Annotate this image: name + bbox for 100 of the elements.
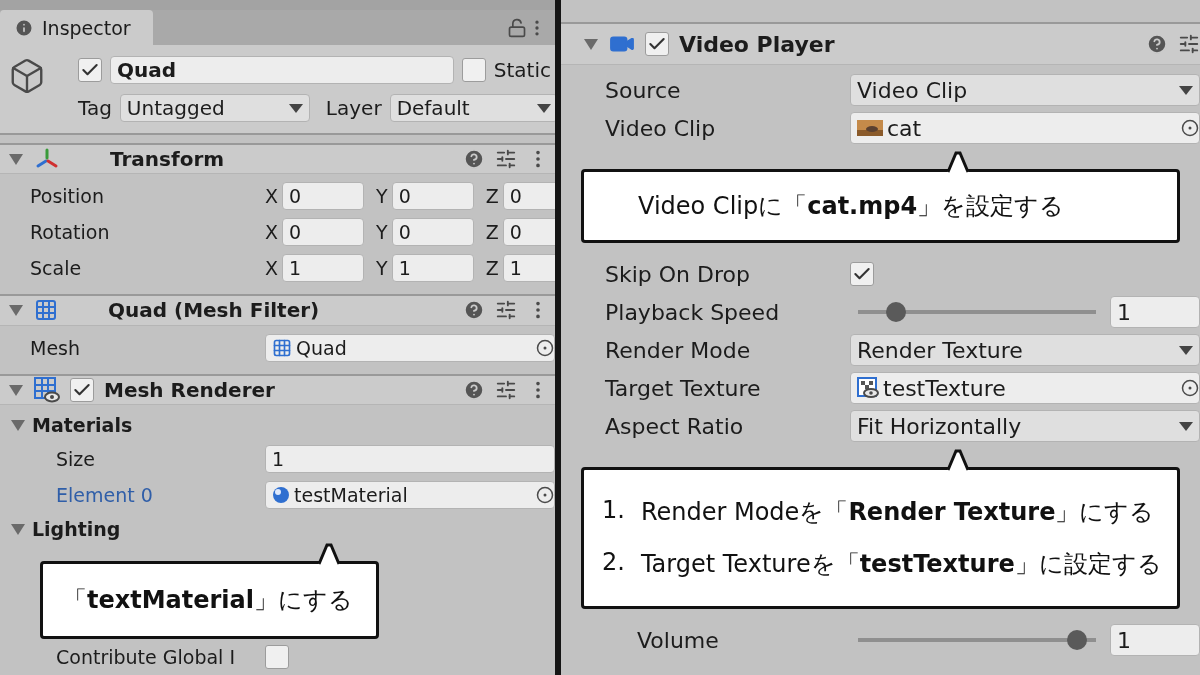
number-field[interactable]: 0 [391, 218, 474, 247]
axis-label: Y [376, 185, 388, 208]
axis-label: Z [485, 185, 499, 208]
instruction-text: Video Clipに「cat.mp4」を設定する [638, 191, 1065, 222]
field-label: Source [605, 77, 682, 103]
number-field[interactable]: 0 [391, 182, 474, 211]
object-field[interactable]: Quad [265, 333, 555, 362]
foldout-arrow-icon[interactable] [8, 382, 24, 397]
caret-icon [536, 103, 551, 113]
component-header[interactable]: Transform [0, 143, 555, 175]
field-label: Element 0 [56, 484, 154, 506]
caret-icon [1179, 85, 1193, 95]
component-title: Quad (Mesh Filter) [108, 298, 320, 323]
number-field[interactable]: 1 [265, 445, 555, 473]
foldout-arrow-icon[interactable] [10, 418, 26, 432]
axis-label: Z [485, 221, 499, 244]
field-label: Position [30, 185, 105, 208]
checkbox[interactable] [850, 262, 874, 286]
step-number: 2. [602, 548, 625, 578]
component-title: Transform [110, 147, 225, 172]
number-field[interactable]: 0 [502, 182, 555, 211]
sliders-icon[interactable] [495, 148, 517, 171]
field-label: Render Mode [605, 337, 752, 363]
field-label: Aspect Ratio [605, 413, 745, 439]
caret-icon [288, 103, 303, 113]
dropdown[interactable]: Video Clip [850, 74, 1200, 106]
step-number: 1. [602, 496, 625, 526]
dropdown[interactable]: Render Texture [850, 334, 1200, 366]
field-label: Target Texture [605, 375, 762, 401]
instruction-text: 「textMaterial」にする [63, 585, 353, 616]
tag-label: Tag [78, 96, 112, 120]
static-label: Static [493, 58, 551, 82]
field-label: Mesh [30, 336, 82, 359]
field-label: Playback Speed [605, 299, 781, 325]
help-icon[interactable] [463, 378, 485, 401]
enable-checkbox[interactable] [70, 377, 94, 402]
layer-label: Layer [325, 96, 382, 120]
number-field[interactable]: 0 [282, 182, 365, 211]
lock-icon[interactable] [507, 17, 527, 38]
sliders-icon[interactable] [1178, 33, 1200, 55]
foldout-arrow-icon[interactable] [583, 37, 599, 51]
grid-icon [272, 337, 292, 358]
axis-label: Z [485, 257, 499, 280]
component-header[interactable]: Quad (Mesh Filter) [0, 294, 555, 326]
help-icon[interactable] [463, 299, 485, 322]
tag-dropdown[interactable]: Untagged [119, 94, 310, 122]
help-icon[interactable] [463, 148, 485, 171]
object-field[interactable]: testTexture [850, 372, 1200, 404]
component-header[interactable]: Mesh Renderer [0, 373, 555, 405]
component-title: Video Player [679, 31, 835, 57]
inspector-tab[interactable]: Inspector [0, 10, 153, 45]
section-label[interactable]: Materials [32, 414, 133, 436]
number-field[interactable]: 1 [282, 254, 365, 283]
slider-thumb[interactable] [1067, 630, 1088, 650]
target-icon[interactable] [1181, 119, 1199, 137]
active-checkbox[interactable] [78, 58, 102, 82]
component-header[interactable]: Video Player [561, 22, 1200, 65]
number-field[interactable]: 1 [502, 254, 555, 283]
grid-icon [34, 298, 58, 323]
caret-icon [1179, 421, 1193, 431]
field-label: Volume [637, 627, 720, 653]
foldout-arrow-icon[interactable] [8, 152, 24, 167]
axis-label: X [265, 257, 279, 280]
sliders-icon[interactable] [495, 299, 517, 322]
number-field[interactable]: 1 [391, 254, 474, 283]
instruction-text: Target Textureを「testTexture」に設定する [640, 549, 1162, 580]
target-icon[interactable] [536, 486, 554, 504]
slider-thumb[interactable] [886, 302, 907, 322]
number-field[interactable]: 0 [282, 218, 365, 247]
axis-label: Y [376, 221, 388, 244]
grid-eye-icon [34, 376, 60, 403]
name-field[interactable]: Quad [110, 56, 454, 84]
target-icon[interactable] [536, 338, 554, 357]
field-label: Scale [30, 257, 83, 280]
info-icon [14, 17, 34, 38]
axis-label: X [265, 185, 279, 208]
axis-label: Y [376, 257, 388, 280]
object-field[interactable]: testMaterial [265, 481, 555, 509]
foldout-arrow-icon[interactable] [10, 522, 26, 536]
instruction-text: Render Modeを「Render Texture」にする [640, 497, 1155, 528]
foldout-arrow-icon[interactable] [8, 303, 24, 318]
dropdown[interactable]: Fit Horizontally [850, 410, 1200, 442]
thumbnail-icon [857, 120, 883, 136]
field-label: Contribute Global I [56, 646, 236, 668]
static-checkbox[interactable] [461, 58, 486, 82]
layer-dropdown[interactable]: Default [389, 94, 555, 122]
help-icon[interactable] [1146, 33, 1168, 55]
object-field[interactable]: cat [850, 112, 1200, 144]
number-field[interactable]: 0 [502, 218, 555, 247]
checkbox[interactable] [265, 645, 289, 669]
field-label: Video Clip [605, 115, 717, 141]
section-label[interactable]: Lighting [32, 518, 121, 540]
number-field[interactable]: 1 [1110, 624, 1200, 656]
sphere-icon [272, 486, 290, 504]
axis-label: X [265, 221, 279, 244]
checker-eye-icon [857, 377, 879, 399]
sliders-icon[interactable] [495, 378, 517, 401]
target-icon[interactable] [1181, 379, 1199, 397]
enable-checkbox[interactable] [645, 32, 669, 56]
number-field[interactable]: 1 [1110, 296, 1200, 328]
